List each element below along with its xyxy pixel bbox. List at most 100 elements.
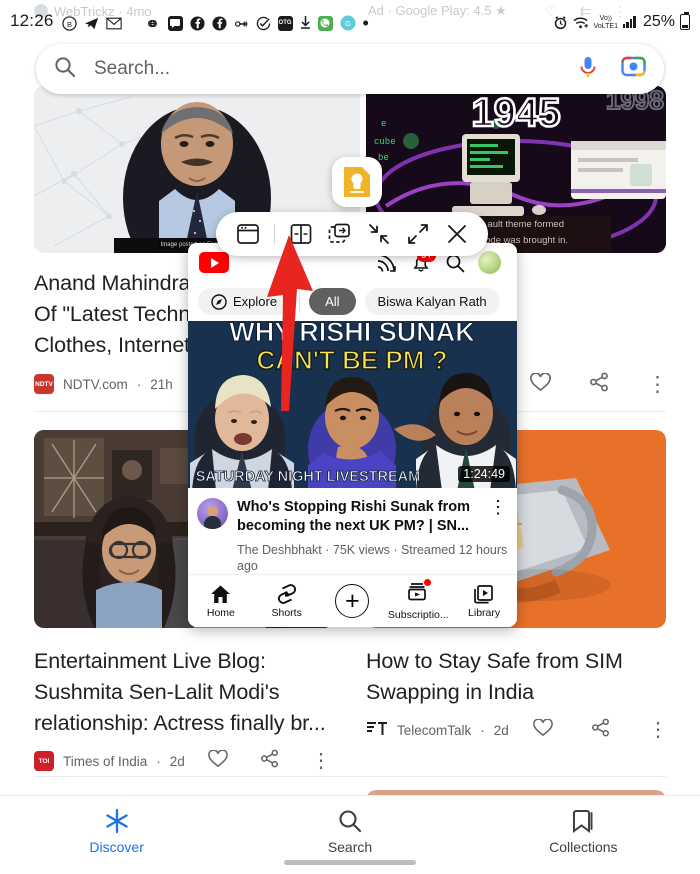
svg-text:e: e [381,119,386,129]
svg-text:ault theme formed: ault theme formed [487,219,564,230]
battery-percent: 25% [642,13,675,30]
search-bar[interactable]: Search... [36,44,664,94]
whatsapp-business-icon [317,15,333,31]
bottom-nav-discover[interactable]: Discover [0,808,233,855]
video-title[interactable]: Who's Stopping Rishi Sunak from becoming… [237,498,479,536]
dot-icon: • [362,13,369,33]
close-icon[interactable] [444,221,470,247]
article-source-3[interactable]: TelecomTalk · 2d [366,720,509,741]
svg-text:WHY RISHI SUNAK: WHY RISHI SUNAK [229,321,475,347]
heart-icon[interactable] [530,371,551,397]
battery-icon [680,12,690,30]
youtube-floating-window[interactable]: 9+ Explore All Biswa Kalyan Rath WHY RIS… [188,243,517,627]
popup-view-button[interactable] [327,221,353,247]
home-indicator[interactable] [284,860,416,865]
heart-icon[interactable] [208,748,228,773]
floating-window-toolbar[interactable] [216,212,488,256]
cast-icon[interactable] [370,253,404,272]
yt-nav-library[interactable]: Library [453,584,515,619]
subscriptions-badge-dot [424,579,432,587]
share-icon[interactable] [591,718,610,742]
chat-icon [167,15,183,31]
facebook-alt-icon [212,15,227,31]
source-name: NDTV.com [63,376,128,392]
article-headline-3[interactable]: How to Stay Safe from SIM Swapping in In… [366,646,666,708]
minimize-button[interactable] [366,221,392,247]
wifi-icon [573,16,589,29]
share-icon[interactable] [260,749,279,773]
gmail-icon [105,17,122,30]
discover-asterisk-icon [106,808,128,834]
music-icon [234,18,249,29]
video-meta-row[interactable]: Who's Stopping Rishi Sunak from becoming… [188,488,517,540]
headline-line: How to Stay Safe from SIM [366,649,623,673]
youtube-logo-icon[interactable] [199,252,229,274]
article-actions-1[interactable]: ⋮ [530,371,668,397]
account-avatar[interactable] [472,251,506,275]
windowed-mode-button[interactable] [235,221,261,247]
google-lens-icon[interactable] [621,54,646,84]
discover-bottom-nav[interactable]: Discover Search Collections [0,795,700,874]
video-thumbnail[interactable]: WHY RISHI SUNAK CAN'T BE PM ? SATURDAY N… [188,321,517,489]
bottom-nav-label: Search [327,839,373,855]
more-vert-icon[interactable]: ⋮ [488,498,508,536]
chip-all[interactable]: All [309,288,356,316]
search-icon [54,56,76,83]
video-duration: 1:24:49 [458,466,510,483]
source-time-sep: · [480,723,485,738]
article-source-2[interactable]: TOI Times of India · 2d [34,751,185,771]
bottom-nav-collections[interactable]: Collections [467,808,700,855]
youtube-bottom-nav[interactable]: Home Shorts + Subscriptio... Library [188,574,517,627]
source-time: 21h [150,376,173,392]
share-icon[interactable] [589,372,609,397]
yt-nav-label: Subscriptio... [387,609,449,622]
chip-label: Explore [233,294,278,310]
heart-icon[interactable] [533,717,553,742]
youtube-chip-row[interactable]: Explore All Biswa Kalyan Rath [188,282,517,321]
google-keep-icon[interactable] [332,157,382,207]
more-vert-icon[interactable]: ⋮ [311,751,331,771]
yt-nav-subscriptions[interactable]: Subscriptio... [387,579,449,622]
app-badge-icon: G [340,15,356,31]
chip-divider [299,290,301,313]
infinity-icon [144,18,161,29]
status-clock: 12:26 [10,11,54,30]
microphone-icon[interactable] [577,55,599,84]
split-screen-button[interactable] [288,221,314,247]
svg-text:G: G [345,21,350,28]
headline-line: Sushmita Sen-Lalit Modi's [34,680,280,704]
ndtv-logo-icon: NDTV [34,374,54,394]
channel-avatar[interactable] [197,498,228,530]
bitcoin-icon: B [61,16,77,31]
bookmark-collections-icon [573,810,593,833]
article-actions-2[interactable]: ⋮ [208,748,331,773]
svg-text:CAN'T BE PM ?: CAN'T BE PM ? [256,345,447,375]
svg-text:SATURDAY NIGHT LIVESTREAM: SATURDAY NIGHT LIVESTREAM [196,469,421,485]
toi-logo-icon: TOI [34,751,54,771]
chip-explore[interactable]: Explore [198,288,291,316]
source-time: 2d [493,723,509,738]
status-left-icons-group-2: OTG G • [144,13,369,33]
svg-text:B: B [67,20,72,29]
yt-nav-label: Library [468,606,501,619]
yt-nav-create[interactable]: + [321,584,383,619]
download-icon [300,15,311,31]
maximize-button[interactable] [405,221,431,247]
search-input[interactable]: Search... [94,58,577,80]
article-headline-2[interactable]: Entertainment Live Blog: Sushmita Sen-La… [34,646,334,739]
volte-icon: Vo)) VoLTE1 [593,14,618,30]
chip-label: All [325,294,340,310]
chip-biswa-kalyan-rath[interactable]: Biswa Kalyan Rath [364,288,500,316]
article-source-1[interactable]: NDTV NDTV.com · 21h [34,374,173,394]
more-vert-icon[interactable]: ⋮ [647,374,668,395]
bottom-nav-label: Collections [549,839,618,855]
yt-nav-shorts[interactable]: Shorts [256,583,318,619]
yt-nav-home[interactable]: Home [190,584,252,619]
alarm-icon [553,15,568,30]
more-vert-icon[interactable]: ⋮ [648,720,668,740]
create-plus-icon[interactable]: + [335,584,370,619]
telecomtalk-logo-icon [366,720,388,741]
status-left-icons-group-1: B [61,16,122,31]
article-actions-3[interactable]: ⋮ [533,717,668,742]
bottom-nav-search[interactable]: Search [233,808,466,855]
